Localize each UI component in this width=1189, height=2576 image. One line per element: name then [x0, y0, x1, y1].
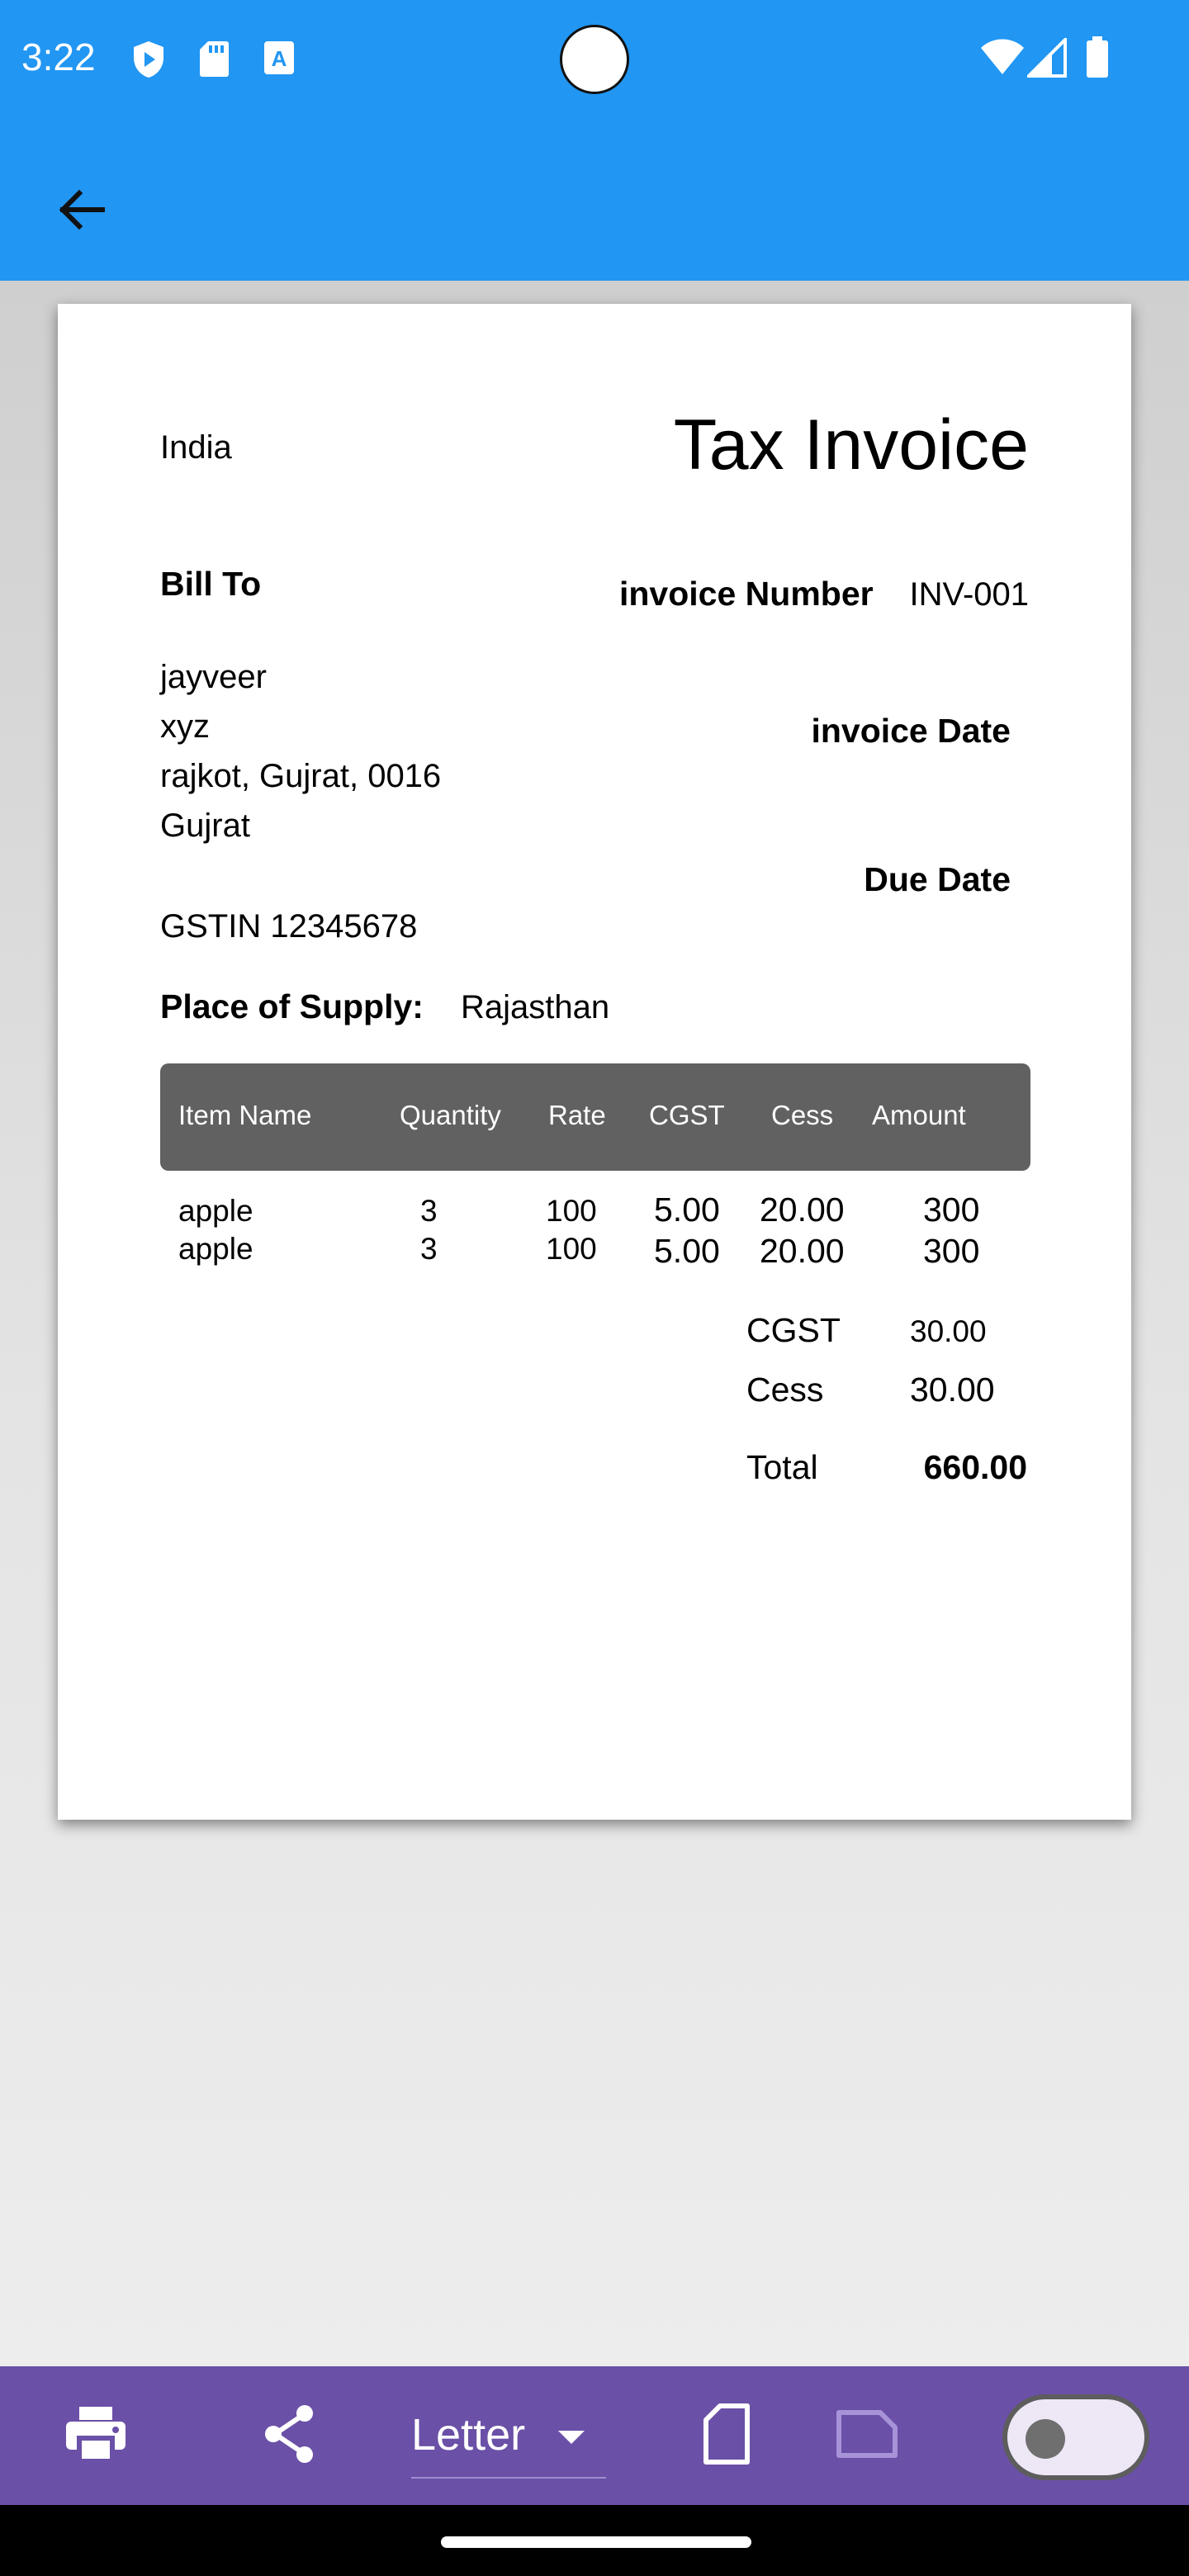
arrow-back-icon: [54, 183, 107, 240]
print-toolbar: Letter: [0, 2366, 1189, 2505]
invoice-date-label: invoice Date: [811, 712, 1011, 750]
place-of-supply-label: Place of Supply:: [160, 987, 424, 1025]
items-table-header: Item Name Quantity Rate CGST Cess Amount: [160, 1063, 1030, 1171]
column-header-quantity: Quantity: [400, 1100, 501, 1130]
portrait-orientation-button[interactable]: [680, 2389, 773, 2482]
status-time: 3:22: [21, 36, 96, 78]
paper-size-label: Letter: [411, 2410, 526, 2460]
cell-cgst: 5.00: [654, 1191, 720, 1229]
print-icon: [64, 2405, 127, 2467]
cell-cess: 20.00: [760, 1191, 845, 1229]
place-of-supply: Rajasthan: [461, 989, 610, 1025]
column-header-rate: Rate: [548, 1100, 606, 1130]
cgst-total-value: 30.00: [910, 1314, 987, 1348]
svg-text:A: A: [272, 46, 287, 71]
play-protect-icon: [130, 40, 167, 83]
cell-quantity: 3: [420, 1194, 438, 1228]
column-header-cess: Cess: [771, 1100, 834, 1130]
cess-total-value: 30.00: [910, 1371, 995, 1409]
home-gesture-handle[interactable]: [441, 2536, 751, 2548]
address-line: xyz: [160, 708, 210, 745]
column-header-amount: Amount: [872, 1100, 966, 1130]
share-button[interactable]: [243, 2389, 335, 2482]
cess-total-label: Cess: [746, 1371, 824, 1409]
cellular-icon: [1025, 36, 1067, 82]
portrait-page-icon: [702, 2403, 751, 2469]
cell-quantity: 3: [420, 1232, 438, 1266]
app-bar: [0, 122, 1189, 281]
cell-cess: 20.00: [760, 1232, 845, 1270]
country: India: [160, 429, 232, 466]
wifi-icon: [979, 38, 1026, 80]
share-icon: [260, 2403, 318, 2469]
back-button[interactable]: [33, 163, 129, 259]
landscape-orientation-button[interactable]: [821, 2389, 913, 2482]
print-button[interactable]: [50, 2389, 142, 2482]
invoice-number-label: invoice Number: [619, 575, 874, 613]
due-date-label: Due Date: [864, 860, 1011, 898]
dropdown-arrow-icon: [557, 2429, 586, 2450]
invoice-number: INV-001: [909, 576, 1029, 613]
bill-to-label: Bill To: [160, 565, 262, 603]
paper-size-dropdown[interactable]: Letter: [411, 2386, 606, 2479]
toggle-knob: [1026, 2419, 1065, 2459]
cell-amount: 300: [923, 1232, 980, 1270]
cgst-total-label: CGST: [746, 1311, 841, 1349]
column-header-cgst: CGST: [649, 1100, 725, 1130]
invoice-title: Tax Invoice: [673, 405, 1029, 485]
keyboard-a-icon: A: [263, 40, 296, 80]
address-line: rajkot, Gujrat, 0016: [160, 758, 442, 794]
battery-icon: [1085, 36, 1110, 83]
cell-item-name: apple: [178, 1232, 253, 1266]
preview-toggle-switch[interactable]: [1002, 2394, 1149, 2480]
grand-total-label: Total: [746, 1448, 818, 1486]
sd-card-icon: [198, 40, 230, 82]
camera-cutout: [560, 25, 629, 94]
landscape-page-icon: [836, 2409, 898, 2463]
invoice-page: India Tax Invoice Bill To invoice Number…: [58, 304, 1131, 1820]
system-navigation-bar: [0, 2505, 1189, 2576]
column-header-item-name: Item Name: [178, 1100, 312, 1130]
cell-cgst: 5.00: [654, 1232, 720, 1270]
address-line: Gujrat: [160, 807, 250, 844]
cell-amount: 300: [923, 1191, 980, 1229]
status-bar: 3:22 A: [0, 0, 1189, 122]
grand-total-value: 660.00: [923, 1448, 1027, 1486]
cell-rate: 100: [546, 1232, 597, 1266]
address-line: jayveer: [160, 659, 267, 695]
cell-rate: 100: [546, 1194, 597, 1228]
cell-item-name: apple: [178, 1194, 253, 1228]
gstin: GSTIN 12345678: [160, 908, 418, 945]
